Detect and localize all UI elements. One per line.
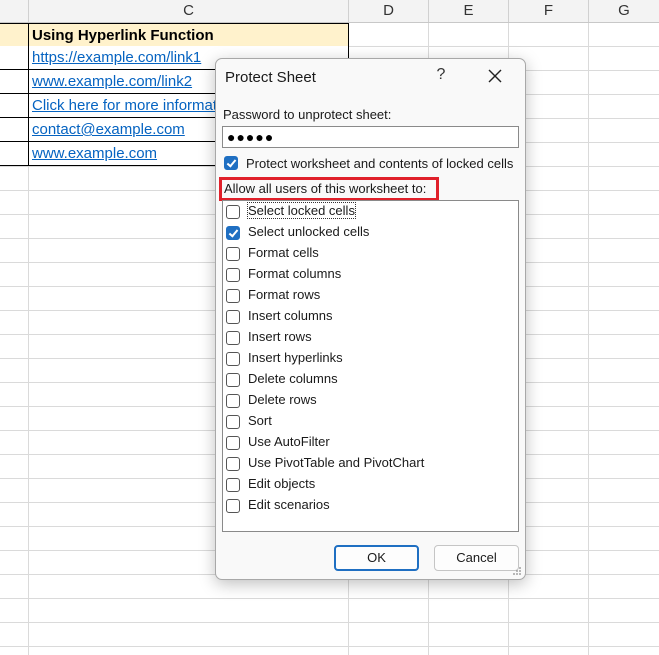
permission-label: Format rows [248,287,321,302]
resize-grip-icon[interactable] [512,566,522,576]
permission-label: Insert columns [248,308,333,323]
grid-line [0,622,659,623]
cell-b[interactable] [0,94,29,118]
list-item[interactable]: Select locked cells [223,202,513,223]
cell-b[interactable] [0,142,29,166]
column-header-row: C D E F G [0,0,659,23]
permission-label: Use AutoFilter [248,434,330,449]
permission-checkbox[interactable] [226,373,240,387]
list-item[interactable]: Sort [223,412,513,433]
column-header-b[interactable] [0,0,29,22]
list-item[interactable]: Format cells [223,244,513,265]
permission-checkbox[interactable] [226,394,240,408]
dialog-title: Protect Sheet [225,69,316,86]
list-item[interactable]: Edit scenarios [223,496,513,517]
permission-checkbox[interactable] [226,499,240,513]
permission-label: Format columns [248,266,342,281]
permission-checkbox[interactable] [226,436,240,450]
list-item[interactable]: Use AutoFilter [223,433,513,454]
permission-checkbox[interactable] [226,289,240,303]
permission-checkbox[interactable] [226,478,240,492]
permission-label: Select unlocked cells [248,224,370,239]
cell-b-header[interactable] [0,23,29,47]
list-item[interactable]: Insert rows [223,328,513,349]
permission-checkbox[interactable] [226,247,240,261]
list-item[interactable]: Delete columns [223,370,513,391]
list-item[interactable]: Use PivotTable and PivotChart [223,454,513,475]
permission-checkbox[interactable] [226,415,240,429]
list-item[interactable]: Format rows [223,286,513,307]
permission-label: Delete columns [248,371,338,386]
permission-checkbox[interactable] [226,226,240,240]
column-header-f[interactable]: F [509,0,589,22]
cell-b[interactable] [0,70,29,94]
grid-line [0,646,659,647]
column-header-g[interactable]: G [589,0,659,22]
permission-label: Insert rows [248,329,312,344]
list-item[interactable]: Insert columns [223,307,513,328]
password-label: Password to unprotect sheet: [223,107,392,122]
permission-label: Use PivotTable and PivotChart [248,455,425,470]
permission-checkbox[interactable] [226,310,240,324]
permission-label: Format cells [248,245,319,260]
permissions-list[interactable]: Select locked cells Select unlocked cell… [222,200,519,532]
permission-label: Sort [248,413,272,428]
allow-users-label: Allow all users of this worksheet to: [224,181,427,196]
protect-worksheet-checkbox[interactable] [224,156,238,170]
close-icon[interactable] [486,67,504,85]
permission-label: Insert hyperlinks [248,350,343,365]
permission-checkbox[interactable] [226,352,240,366]
ok-button[interactable]: OK [334,545,419,571]
list-item[interactable]: Edit objects [223,475,513,496]
column-header-d[interactable]: D [349,0,429,22]
protect-sheet-dialog: Protect Sheet ? Password to unprotect sh… [215,58,526,580]
permission-checkbox[interactable] [226,457,240,471]
cell-header[interactable]: Using Hyperlink Function [28,23,349,47]
permission-label: Edit objects [248,476,316,491]
permission-label: Delete rows [248,392,317,407]
column-header-c[interactable]: C [29,0,349,22]
permission-checkbox[interactable] [226,331,240,345]
help-button[interactable]: ? [434,66,448,84]
grid-line [0,598,659,599]
cell-b[interactable] [0,118,29,142]
permission-label: Select locked cells [247,202,356,219]
cancel-button[interactable]: Cancel [434,545,519,571]
permission-checkbox[interactable] [226,268,240,282]
column-header-e[interactable]: E [429,0,509,22]
list-item[interactable]: Delete rows [223,391,513,412]
list-item[interactable]: Insert hyperlinks [223,349,513,370]
cell-b[interactable] [0,46,29,70]
list-item[interactable]: Format columns [223,265,513,286]
password-input[interactable]: ●●●●● [222,126,519,148]
permission-label: Edit scenarios [248,497,330,512]
permission-checkbox[interactable] [226,205,240,219]
list-item[interactable]: Select unlocked cells [223,223,513,244]
protect-worksheet-label: Protect worksheet and contents of locked… [246,156,514,171]
